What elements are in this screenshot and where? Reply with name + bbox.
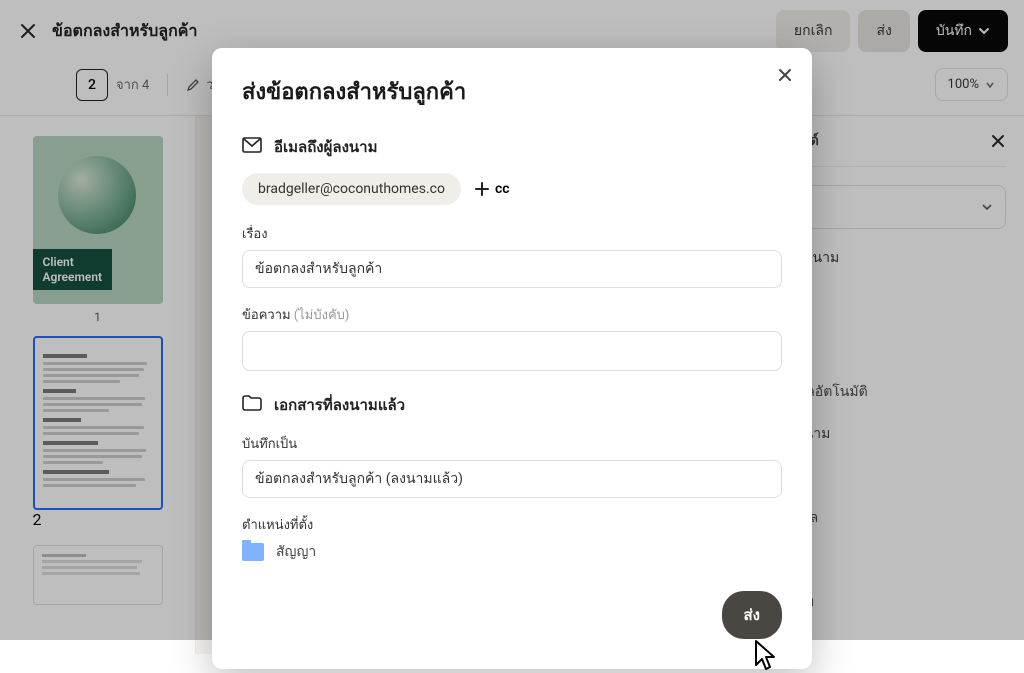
send-modal: ส่งข้อตกลงสำหรับลูกค้า อีเมลถึงผู้ลงนาม …: [212, 48, 812, 669]
email-section-label: อีเมลถึงผู้ลงนาม: [274, 135, 378, 159]
mail-icon: [242, 137, 262, 157]
message-label: ข้อความ (ไม่บังคับ): [242, 304, 782, 325]
send-button[interactable]: ส่ง: [722, 591, 782, 639]
folder-outline-icon: [242, 395, 262, 415]
location-label: ตำแหน่งที่ตั้ง: [242, 514, 782, 535]
plus-icon: [475, 182, 489, 196]
modal-title: ส่งข้อตกลงสำหรับลูกค้า: [242, 74, 782, 109]
cursor-icon: [752, 639, 782, 673]
message-input[interactable]: [242, 331, 782, 371]
signed-docs-label: เอกสารที่ลงนามแล้ว: [274, 393, 405, 417]
folder-icon: [242, 543, 264, 561]
subject-input[interactable]: [242, 250, 782, 288]
close-icon[interactable]: [776, 66, 794, 84]
save-as-label: บันทึกเป็น: [242, 433, 782, 454]
cc-button[interactable]: cc: [475, 181, 510, 197]
subject-label: เรื่อง: [242, 223, 782, 244]
recipient-chip[interactable]: bradgeller@coconuthomes.co: [242, 173, 461, 205]
modal-overlay[interactable]: ส่งข้อตกลงสำหรับลูกค้า อีเมลถึงผู้ลงนาม …: [0, 0, 1024, 640]
save-as-input[interactable]: [242, 460, 782, 498]
location-folder[interactable]: สัญญา: [242, 541, 782, 563]
location-value: สัญญา: [276, 541, 316, 563]
